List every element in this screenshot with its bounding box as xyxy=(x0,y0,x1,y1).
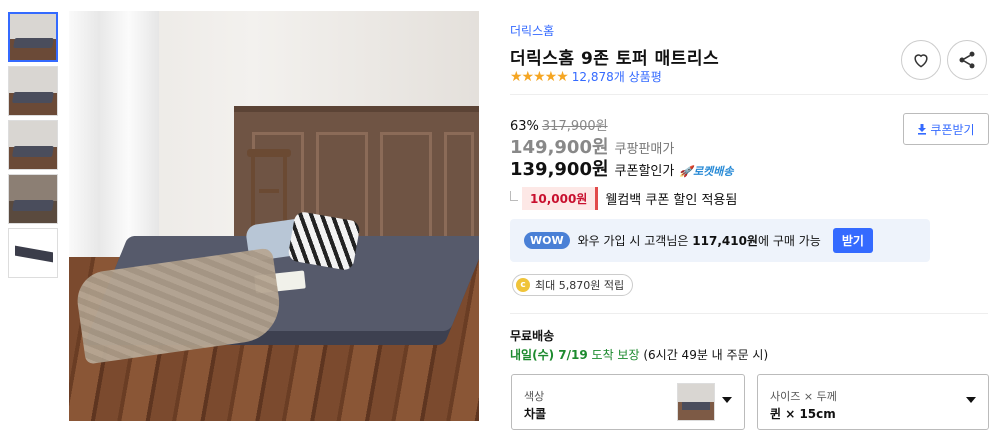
wow-text-suffix: 에 구매 가능 xyxy=(757,234,821,248)
wow-membership-box: WOW 와우 가입 시 고객님은 117,410원에 구매 가능 받기 xyxy=(510,219,930,262)
divider xyxy=(510,313,988,314)
rocket-icon: 🚀 xyxy=(679,165,694,178)
coupon-amount-tag: 10,000원 xyxy=(522,187,599,210)
thumbnail-3[interactable] xyxy=(8,120,58,170)
order-deadline-note: (6시간 49분 내 주문 시) xyxy=(643,348,769,362)
thumbnail-list xyxy=(8,12,60,282)
shipping-title: 무료배송 xyxy=(510,329,555,343)
arrival-date: 내일(수) 7/19 xyxy=(510,348,588,362)
color-option-select[interactable]: 색상 차콜 xyxy=(511,374,745,430)
review-count-link[interactable]: 12,878개 상품평 xyxy=(572,68,662,85)
share-button[interactable] xyxy=(947,40,987,80)
heart-icon xyxy=(914,54,928,68)
thumbnail-1[interactable] xyxy=(8,12,58,62)
wow-price: 117,410원 xyxy=(692,234,758,248)
caret-down-icon xyxy=(722,397,732,403)
wishlist-button[interactable] xyxy=(901,40,941,80)
rating-stars: ★★★★★ xyxy=(510,68,569,85)
share-icon xyxy=(959,51,975,69)
cash-reward-text: 최대 5,870원 적립 xyxy=(535,279,625,292)
coin-icon: c xyxy=(516,278,530,292)
coupon-download-button[interactable]: 쿠폰받기 xyxy=(903,113,989,145)
wow-badge: WOW xyxy=(524,232,570,249)
size-option-value: 퀸 × 15cm xyxy=(770,407,836,421)
thumbnail-2[interactable] xyxy=(8,66,58,116)
discount-line: 63% 317,900원 xyxy=(510,115,608,134)
discount-rate: 63% xyxy=(510,119,539,134)
corner-line xyxy=(510,190,518,201)
rating: ★★★★★ 12,878개 상품평 xyxy=(510,68,662,85)
rocket-label: 로켓배송 xyxy=(693,165,734,178)
brand-link[interactable]: 더릭스홈 xyxy=(510,22,554,39)
coupon-price-line: 139,900원 쿠폰할인가 🚀로켓배송 xyxy=(510,155,734,181)
thumbnail-5[interactable] xyxy=(8,228,58,278)
applied-coupon: 10,000원 웰컴백 쿠폰 할인 적용됨 xyxy=(510,187,737,210)
product-info: 더릭스홈 더릭스홈 9존 토퍼 매트리스 ★★★★★ 12,878개 상품평 6… xyxy=(510,0,990,441)
wow-get-button[interactable]: 받기 xyxy=(832,228,873,253)
coupon-button-label: 쿠폰받기 xyxy=(930,122,975,137)
coupon-price-label: 쿠폰할인가 xyxy=(614,164,675,179)
color-option-value: 차콜 xyxy=(524,407,547,421)
size-option-select[interactable]: 사이즈 × 두께 퀸 × 15cm xyxy=(757,374,989,430)
rocket-delivery-badge: 🚀로켓배송 xyxy=(679,163,733,179)
size-option-label: 사이즈 × 두께 xyxy=(770,390,837,403)
thumbnail-4[interactable] xyxy=(8,174,58,224)
color-option-thumbnail xyxy=(677,383,715,421)
wow-text: 와우 가입 시 고객님은 117,410원에 구매 가능 xyxy=(578,232,821,249)
original-price: 317,900원 xyxy=(541,119,608,134)
divider xyxy=(510,94,988,95)
download-icon xyxy=(918,123,927,135)
caret-down-icon xyxy=(966,397,976,403)
product-title: 더릭스홈 9존 토퍼 매트리스 xyxy=(510,49,720,69)
coupon-applied-text: 웰컴백 쿠폰 할인 적용됨 xyxy=(605,193,738,208)
arrival-guarantee: 도착 보장 xyxy=(591,348,640,362)
color-option-label: 색상 xyxy=(524,390,545,403)
cash-reward-chip: c 최대 5,870원 적립 xyxy=(512,274,634,296)
coupon-price: 139,900원 xyxy=(510,159,609,180)
shipping-date-line: 내일(수) 7/19 도착 보장 (6시간 49분 내 주문 시) xyxy=(510,346,768,363)
wow-text-prefix: 와우 가입 시 고객님은 xyxy=(577,234,689,248)
main-product-image[interactable] xyxy=(69,11,479,421)
